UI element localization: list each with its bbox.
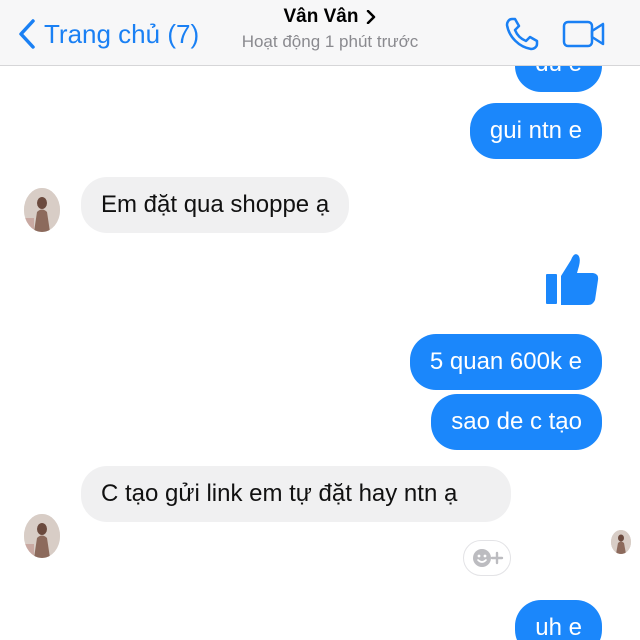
back-button[interactable]: Trang chủ (7) — [18, 14, 199, 54]
chat-header: Trang chủ (7) Vân Vân Hoạt động 1 phút t… — [0, 0, 640, 66]
add-reaction-icon — [473, 549, 504, 567]
message-bubble-outgoing[interactable]: uh e — [515, 600, 602, 640]
message-bubble-incoming[interactable]: C tạo gửi link em tự đặt hay ntn ạ — [81, 466, 511, 522]
thumbs-up-icon — [546, 254, 599, 305]
phone-icon — [505, 17, 539, 51]
message-bubble-outgoing[interactable]: sao de c tạo — [431, 394, 602, 450]
chevron-right-icon — [367, 10, 376, 24]
avatar[interactable] — [24, 514, 60, 558]
video-call-button[interactable] — [562, 20, 606, 53]
add-reaction-button[interactable] — [463, 540, 511, 576]
message-bubble-outgoing[interactable]: gui ntn e — [469, 103, 602, 159]
message-list[interactable]: du e gui ntn e Em đặt qua shoppe ạ 5 qua… — [0, 66, 640, 640]
back-label: Trang chủ (7) — [44, 18, 200, 49]
call-button[interactable] — [503, 16, 541, 57]
contact-name: Vân Vân — [283, 6, 359, 27]
read-receipt-avatar — [611, 530, 631, 554]
video-camera-icon — [562, 20, 605, 48]
contact-status: Hoạt động 1 phút trước — [241, 32, 419, 51]
chevron-left-icon — [19, 19, 35, 49]
message-bubble-incoming[interactable]: Em đặt qua shoppe ạ — [81, 177, 350, 233]
message-bubble-outgoing[interactable]: du e — [515, 66, 602, 92]
contact-info[interactable]: Vân Vân Hoạt động 1 phút trước — [200, 6, 460, 52]
message-bubble-outgoing[interactable]: 5 quan 600k e — [409, 334, 602, 390]
thumbs-up-sticker[interactable] — [544, 250, 600, 313]
avatar[interactable] — [24, 188, 60, 232]
